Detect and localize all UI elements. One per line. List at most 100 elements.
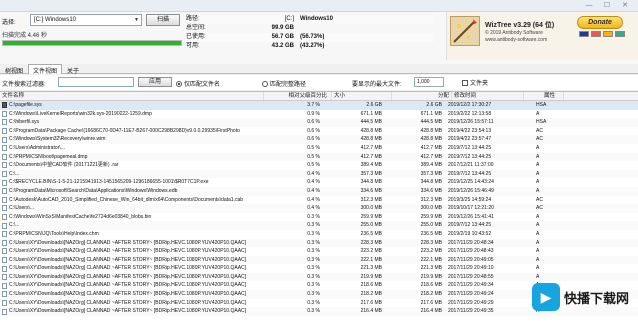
size-cell: 444.5 MB	[360, 119, 382, 126]
column-size[interactable]: 大小	[332, 92, 392, 100]
allocated-cell: 2.6 GB	[426, 102, 442, 108]
file-icon	[2, 145, 7, 152]
percent-cell: 0.3 %	[307, 230, 320, 237]
table-row[interactable]: C:\PRPM\CSN\JQ\Tools\Help\Index.chm 0.3 %…	[0, 230, 638, 239]
table-row[interactable]: C:\Windows\System32\Recovery\winre.wim 0.…	[0, 135, 638, 144]
tab-about[interactable]: 关于	[62, 64, 84, 75]
folders-checkbox[interactable]: 文件夹	[462, 78, 488, 87]
table-row[interactable]: C:\Users\XY\Downloads\[NAZOrg] CLANNAD ~…	[0, 255, 638, 265]
allocated-cell: 428.8 MB	[420, 127, 442, 134]
table-row[interactable]: C:\Windows\WinSxS\ManifestCache\fe2724d6…	[0, 213, 638, 222]
table-row[interactable]: C:\Users\XY\Downloads\[NAZOrg] CLANNAD ~…	[0, 238, 638, 248]
about-title: WizTree v3.29 (64 位)	[485, 22, 555, 29]
file-path: C:\pagefile.sys	[9, 102, 42, 108]
file-icon	[2, 248, 7, 255]
path-name: Windows10	[300, 16, 333, 22]
file-path: C:\Windows\WinSxS\ManifestCache\fe2724d6…	[9, 213, 152, 220]
path-drive: [C:]	[284, 16, 294, 22]
table-row[interactable]: C:\Users\Administrator\... 0.5 % 412.7 MB 4…	[0, 144, 638, 153]
file-name: C:\Users\XY\Downloads\[NAZOrg] CLANNAD ~…	[0, 239, 264, 248]
table-row[interactable]: C:\PRPM\CSN\boot\pagemeal.dmp 0.5 % 412.7 …	[0, 152, 638, 162]
drive-select[interactable]: [C:] Windows10 ▼	[30, 14, 142, 26]
apply-filter-button[interactable]: 应用	[138, 77, 172, 87]
size-cell: 671.1 MB	[360, 110, 382, 117]
size-cell: 334.6 MB	[360, 187, 382, 194]
attributes-cell: HSA	[536, 102, 547, 108]
modified-cell: 2019/7/12 13:44:25	[448, 153, 492, 160]
minimize-button[interactable]: —	[582, 1, 596, 10]
table-row[interactable]: C:\Autodesk\AutoCAD_2010_Simplified_Chin…	[0, 196, 638, 205]
modified-cell: 2017/11/29 20:48:43	[448, 248, 494, 255]
column-allocated[interactable]: 分配	[392, 92, 452, 100]
percent-cell: 3.7 %	[307, 102, 320, 108]
size-cell: 428.8 MB	[360, 136, 382, 143]
percent-cell: 0.3 %	[307, 308, 320, 315]
modified-cell: 2017/11/29 20:48:34	[448, 239, 494, 246]
table-row[interactable]: C:\... 0.4 % 357.3 MB 357.3 MB 2019/7/12 13:…	[0, 169, 638, 179]
filter-input[interactable]	[58, 77, 134, 87]
file-icon	[2, 188, 7, 195]
watermark: ▶ 快播下载网	[532, 272, 636, 322]
file-name: C:\hiberfil.sys	[0, 118, 264, 127]
attributes-cell: A	[536, 153, 540, 160]
file-list-header: 文件名称 相对父级百分比 大小 分配 修改时间 属性	[0, 92, 638, 101]
table-row[interactable]: C:\... 0.3 % 255.0 MB 255.0 MB 2019/7/12 13:…	[0, 221, 638, 230]
info-row-free: 可用: 43.2 GB (43.27%)	[186, 42, 434, 51]
table-row[interactable]: C:\Documents\中望CAD软件 (20171221更新) .rar 0.…	[0, 161, 638, 170]
free-value: 43.2 GB	[271, 43, 294, 49]
maximize-button[interactable]: ☐	[600, 1, 614, 10]
scan-button[interactable]: 扫描	[146, 14, 180, 26]
attributes-cell: HSA	[536, 119, 547, 126]
column-name[interactable]: 文件名称	[0, 92, 264, 100]
table-row[interactable]: C:\pagefile.sys 3.7 % 2.6 GB 2.6 GB 2019/12/…	[0, 101, 638, 110]
allocated-cell: 444.5 MB	[420, 119, 442, 126]
attributes-cell: A	[536, 239, 540, 246]
allocated-cell: 428.8 MB	[420, 136, 442, 143]
tab-file-view[interactable]: 文件视图	[28, 64, 63, 75]
column-modified[interactable]: 修改时间	[452, 92, 524, 100]
total-key: 总空间:	[186, 25, 206, 31]
used-pct: (56.73%)	[300, 34, 325, 40]
size-cell: 228.3 MB	[360, 239, 382, 246]
column-attributes[interactable]: 属性	[524, 92, 564, 100]
file-icon	[2, 274, 7, 281]
attributes-cell: A	[536, 213, 540, 220]
info-row-total: 总空间: 99.9 GB	[186, 24, 434, 33]
watermark-text: 快播下载网	[564, 290, 630, 306]
radio-match-path[interactable]: 匹配完整路径	[262, 79, 306, 88]
attributes-cell: A	[536, 230, 540, 237]
table-row[interactable]: C:\$RECYCLE.BIN\S-1-5-21-1215941913-1451…	[0, 178, 638, 187]
max-files-select[interactable]: 1,000	[414, 77, 444, 87]
table-row[interactable]: C:\Windows\LiveKernelReports\win32k.sys-…	[0, 110, 638, 119]
file-path: C:\$RECYCLE.BIN\S-1-5-21-1215941913-1451…	[9, 179, 209, 186]
allocated-cell: 236.5 MB	[420, 230, 442, 237]
file-icon	[2, 282, 7, 289]
used-value: 56.7 GB	[271, 34, 294, 40]
table-row[interactable]: C:\Users\... 0.4 % 300.0 MB 300.0 MB 2019/10…	[0, 204, 638, 213]
allocated-cell: 217.6 MB	[420, 299, 442, 306]
column-percent[interactable]: 相对父级百分比	[264, 92, 332, 100]
table-row[interactable]: C:\ProgramData\Package Cache\{16686C70-0…	[0, 127, 638, 136]
table-row[interactable]: C:\hiberfil.sys 0.6 % 444.5 MB 444.5 MB 2019…	[0, 118, 638, 127]
file-icon	[2, 256, 7, 263]
file-name: C:\...	[0, 170, 264, 179]
modified-cell: 2019/4/22 23:54:13	[448, 127, 492, 134]
about-site-link[interactable]: www.antibody-software.com	[485, 37, 547, 43]
radio-match-name[interactable]: 仅匹配文件名	[176, 79, 220, 88]
percent-cell: 0.3 %	[307, 282, 320, 289]
file-name: C:\Users\XY\Downloads\[NAZOrg] CLANNAD ~…	[0, 273, 264, 282]
file-path: C:\...	[9, 170, 20, 177]
percent-cell: 0.5 %	[307, 162, 320, 169]
table-row[interactable]: C:\ProgramData\Microsoft\Search\Data\App…	[0, 186, 638, 196]
close-button[interactable]: ✕	[618, 1, 632, 10]
file-icon	[2, 110, 7, 117]
table-row[interactable]: C:\Users\XY\Downloads\[NAZOrg] CLANNAD ~…	[0, 247, 638, 256]
donate-button[interactable]: Donate	[577, 16, 623, 29]
percent-cell: 0.3 %	[307, 248, 320, 255]
tab-tree-view[interactable]: 树视图	[0, 64, 28, 75]
card-icon	[591, 31, 601, 37]
file-name: C:\pagefile.sys	[0, 101, 264, 110]
info-row-path: 路径: [C:] Windows10	[186, 15, 434, 24]
allocated-cell: 255.0 MB	[420, 222, 442, 229]
wiztree-logo-icon	[450, 16, 480, 46]
